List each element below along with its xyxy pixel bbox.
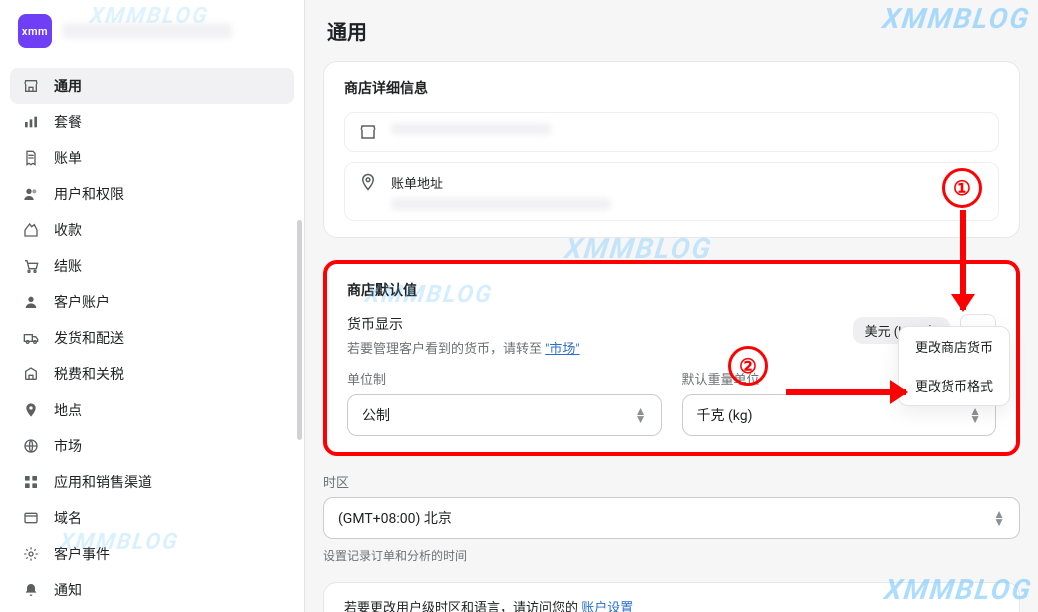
domains-icon [22,510,40,526]
main-content: 通用 商店详细信息 账单地址 商店默认值 货币显示 [305,0,1038,612]
sidebar-item-payments[interactable]: 收款 [10,212,294,248]
events-icon [22,546,40,562]
change-currency-format[interactable]: 更改货币格式 [899,366,1009,405]
page-title: 通用 [327,16,1020,45]
store-details-title: 商店详细信息 [344,78,999,98]
store-profile-row[interactable] [344,112,999,152]
unit-system-select[interactable]: 公制 ▲▼ [347,394,662,436]
globe-icon [22,438,40,454]
store-defaults-card: 商店默认值 货币显示 若要管理客户看到的货币，请转至 "市场" 美元 (USD … [323,260,1020,456]
sidebar-item-shipping[interactable]: 发货和配送 [10,320,294,356]
chevron-updown-icon: ▲▼ [635,407,647,423]
sidebar-item-plan[interactable]: 套餐 [10,104,294,140]
sidebar: xmm 通用 套餐 账单 用户和权限 收款 [0,0,305,612]
sidebar-item-label: 结账 [54,256,82,276]
currency-label: 货币显示 [347,314,580,334]
profile-header[interactable]: xmm [0,0,304,64]
users-icon [22,186,40,202]
scrollbar[interactable] [297,220,302,440]
unit-system-value: 公制 [362,405,390,425]
account-settings-link[interactable]: 账户设置 [581,601,633,612]
sidebar-item-customer-events[interactable]: 客户事件 [10,536,294,572]
plan-icon [22,114,40,130]
currency-hint: 若要管理客户看到的货币，请转至 "市场" [347,338,580,357]
footer-note: 若要更改用户级时区和语言，请访问您的 账户设置 [323,582,1020,612]
timezone-select[interactable]: (GMT+08:00) 北京 ▲▼ [323,497,1020,539]
sidebar-item-domains[interactable]: 域名 [10,500,294,536]
sidebar-item-label: 市场 [54,436,82,456]
taxes-icon [22,366,40,382]
avatar: xmm [18,14,52,48]
pin-icon [359,173,377,191]
sidebar-item-label: 通知 [54,580,82,600]
sidebar-item-taxes[interactable]: 税费和关税 [10,356,294,392]
chevron-updown-icon: ▲▼ [969,407,981,423]
store-name-redacted [62,23,232,39]
sidebar-item-checkout[interactable]: 结账 [10,248,294,284]
timezone-label: 时区 [323,472,1020,491]
sidebar-item-label: 账单 [54,148,82,168]
unit-system-label: 单位制 [347,369,662,388]
sidebar-item-general[interactable]: 通用 [10,68,294,104]
sidebar-item-notifications[interactable]: 通知 [10,572,294,608]
bell-icon [22,582,40,598]
markets-link[interactable]: "市场" [545,342,579,357]
person-icon [22,294,40,310]
sidebar-item-locations[interactable]: 地点 [10,392,294,428]
settings-nav: 通用 套餐 账单 用户和权限 收款 结账 [0,64,304,612]
sidebar-item-label: 发货和配送 [54,328,124,348]
sidebar-item-label: 通用 [54,76,82,96]
billing-icon [22,150,40,166]
weight-unit-value: 千克 (kg) [697,405,753,425]
timezone-hint: 设置记录订单和分析的时间 [323,547,1020,564]
store-defaults-title: 商店默认值 [347,280,996,300]
sidebar-item-label: 地点 [54,400,82,420]
payments-icon [22,222,40,238]
timezone-value: (GMT+08:00) 北京 [338,508,452,528]
sidebar-item-label: 域名 [54,508,82,528]
sidebar-item-label: 套餐 [54,112,82,132]
redacted-text [391,123,551,135]
store-details-card: 商店详细信息 账单地址 [323,61,1020,238]
cart-icon [22,258,40,274]
sidebar-item-customer-accounts[interactable]: 客户账户 [10,284,294,320]
sidebar-item-label: 客户事件 [54,544,110,564]
location-icon [22,402,40,418]
sidebar-item-label: 应用和销售渠道 [54,472,152,492]
sidebar-item-label: 收款 [54,220,82,240]
sidebar-item-label: 用户和权限 [54,184,124,204]
sidebar-item-apps-channels[interactable]: 应用和销售渠道 [10,464,294,500]
billing-address-row[interactable]: 账单地址 [344,162,999,221]
sidebar-item-custom-data[interactable]: 自定义数据 [10,608,294,612]
billing-address-label: 账单地址 [391,173,611,192]
sidebar-item-billing[interactable]: 账单 [10,140,294,176]
timezone-section: 时区 (GMT+08:00) 北京 ▲▼ 设置记录订单和分析的时间 [323,472,1020,564]
shipping-icon [22,330,40,346]
sidebar-item-markets[interactable]: 市场 [10,428,294,464]
store-icon [22,78,40,94]
sidebar-item-users[interactable]: 用户和权限 [10,176,294,212]
storefront-icon [359,123,377,141]
redacted-text [391,198,611,210]
change-store-currency[interactable]: 更改商店货币 [899,327,1009,366]
apps-icon [22,474,40,490]
currency-popover: 更改商店货币 更改货币格式 [898,326,1010,406]
unit-system-field: 单位制 公制 ▲▼ [347,369,662,436]
chevron-updown-icon: ▲▼ [993,510,1005,526]
sidebar-item-label: 客户账户 [54,292,110,312]
sidebar-item-label: 税费和关税 [54,364,124,384]
